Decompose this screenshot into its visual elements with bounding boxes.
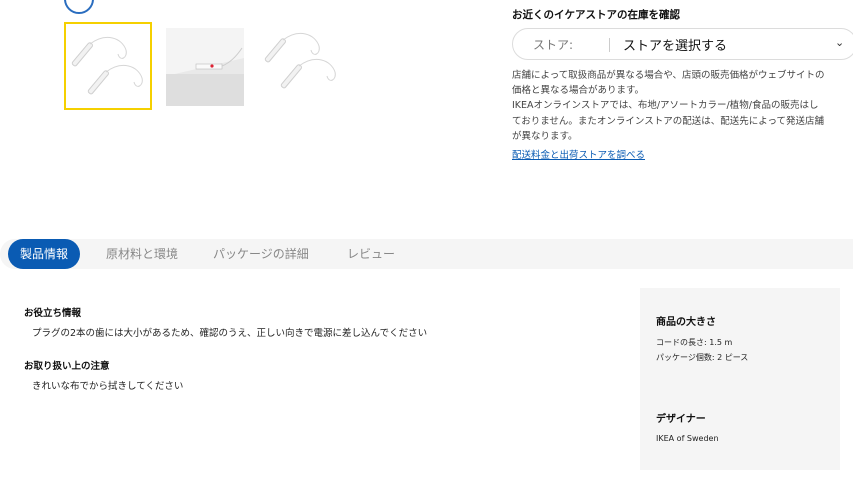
dimensions-title: 商品の大きさ <box>656 317 716 328</box>
care-title: お取り扱い上の注意 <box>24 361 110 372</box>
thumb-product-in-use[interactable] <box>166 28 244 106</box>
store-stock-title: お近くのイケアストアの在庫を確認 <box>512 9 680 21</box>
tab-reviews[interactable]: レビュー <box>347 239 395 269</box>
designer-title: デザイナー <box>656 414 706 425</box>
eco-icon <box>64 0 94 14</box>
tab-materials[interactable]: 原材料と環境 <box>106 239 178 269</box>
useful-info-title: お役立ち情報 <box>24 308 82 319</box>
store-select-divider <box>609 38 610 52</box>
thumb-product-front[interactable] <box>64 22 152 110</box>
thumb-product-alt[interactable] <box>255 22 343 110</box>
cord-length: コードの長さ: 1.5 m <box>656 338 733 347</box>
store-select[interactable]: ストア: ストアを選択する ⌄ <box>512 28 853 60</box>
useful-info-text: プラグの2本の歯には大小があるため、確認のうえ、正しい向きで電源に差し込んでくだ… <box>32 328 428 339</box>
product-tabs: 製品情報 原材料と環境 パッケージの詳細 レビュー <box>0 239 853 269</box>
tab-product-info[interactable]: 製品情報 <box>8 239 81 269</box>
shipping-info-link[interactable]: 配送料金と出荷ストアを調べる <box>512 147 645 161</box>
store-select-value: ストアを選択する <box>623 39 728 54</box>
care-text: きれいな布でから拭きしてください <box>32 381 184 392</box>
dimensions-panel: 商品の大きさ コードの長さ: 1.5 m パッケージ個数: 2 ピース デザイナ… <box>640 288 840 470</box>
store-note: 店舗によって取扱商品が異なる場合や、店頭の販売価格がウェブサイトの 価格と異なる… <box>512 70 825 142</box>
tab-package-details[interactable]: パッケージの詳細 <box>213 239 309 269</box>
package-count: パッケージ個数: 2 ピース <box>656 353 749 362</box>
designer-name: IKEA of Sweden <box>656 434 719 443</box>
store-select-label: ストア: <box>533 38 574 52</box>
chevron-down-icon: ⌄ <box>835 36 845 49</box>
